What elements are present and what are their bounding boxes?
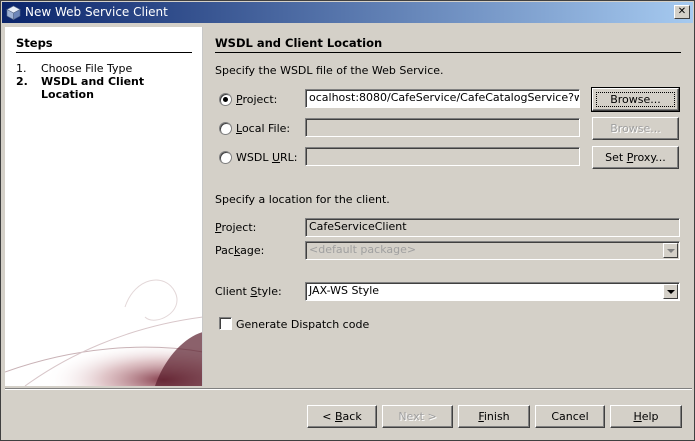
close-icon: ✕ [677,6,687,17]
main-panel: WSDL and Client Location Specify the WSD… [203,27,693,386]
project-radio-label[interactable]: Project: [236,93,277,106]
mnemonic: U [271,151,281,164]
label-rest: roject: [221,221,257,234]
netbeans-cube-icon [6,5,21,20]
client-project-field[interactable]: CafeServiceClient [305,218,680,237]
wsdl-prompt: Specify the WSDL file of the Web Service… [215,64,444,77]
steps-panel: Steps 1. Choose File Type 2. WSDL and Cl… [5,27,203,386]
browse-project-button[interactable]: Browse... [591,87,680,112]
step-number: 2. [16,75,28,88]
help-button[interactable]: Help [610,405,682,428]
browse-local-button[interactable]: Browse... [592,117,679,140]
step-label: WSDL and Client Location [41,75,145,101]
step-number: 1. [16,62,27,75]
generate-dispatch-checkbox[interactable] [219,317,232,330]
client-style-value: JAX-WS Style [309,284,380,297]
section-title: WSDL and Client Location [215,36,681,53]
dialog-window: New Web Service Client ✕ Steps 1. Choose… [0,0,695,441]
label-rest: ocal File: [241,122,291,135]
client-project-label: Project: [215,221,256,234]
back-button[interactable]: < Back [307,405,377,428]
window-title: New Web Service Client [25,5,168,19]
label-rest: roject: [242,93,278,106]
project-radio[interactable] [219,93,232,106]
wsdl-url-radio[interactable] [219,151,232,164]
title-bar[interactable]: New Web Service Client ✕ [2,2,693,23]
label-pre: Pac [215,244,234,257]
chevron-down-icon[interactable] [663,284,678,299]
label-rest: roxy... [633,150,666,164]
label-rest: inish [483,409,510,423]
client-style-dropdown[interactable]: JAX-WS Style [305,282,680,301]
wsdl-url-radio-label[interactable]: WSDL URL: [236,151,298,164]
label-pre: Set [605,150,627,164]
location-prompt: Specify a location for the client. [215,193,390,206]
next-button[interactable]: Next > [382,405,453,428]
local-file-radio-label[interactable]: Local File: [236,122,290,135]
label-pre: WSDL [236,151,272,164]
label-pre: Client [215,285,251,298]
wsdl-url-field[interactable] [305,147,580,166]
label-rest: RL: [280,151,298,164]
label-rest: tyle: [257,285,282,298]
set-proxy-button[interactable]: Set Proxy... [592,146,679,169]
local-file-radio[interactable] [219,122,232,135]
local-file-field[interactable] [305,118,580,137]
package-value: <default package> [309,243,417,256]
label-rest: age: [240,244,265,257]
mnemonic: B [335,409,343,423]
label-rest: elp [641,409,659,423]
step-label: Choose File Type [41,62,133,75]
project-wsdl-field[interactable]: ocalhost:8080/CafeService/CafeCatalogSer… [305,89,580,108]
chevron-down-icon[interactable] [663,243,678,258]
package-dropdown[interactable]: <default package> [305,241,680,260]
close-button[interactable]: ✕ [674,5,690,19]
project-wsdl-value: ocalhost:8080/CafeService/CafeCatalogSer… [309,91,580,104]
label-pre: < [322,409,335,423]
generate-dispatch-label[interactable]: Generate Dispatch code [236,318,369,331]
client-project-value: CafeServiceClient [309,220,407,233]
footer-separator [5,388,692,390]
package-label: Package: [215,244,264,257]
finish-button[interactable]: Finish [458,405,530,428]
mnemonic: H [633,409,642,423]
steps-title: Steps [16,36,192,53]
cancel-button[interactable]: Cancel [535,405,605,428]
label-rest: ack [342,409,362,423]
client-style-label: Client Style: [215,285,282,298]
